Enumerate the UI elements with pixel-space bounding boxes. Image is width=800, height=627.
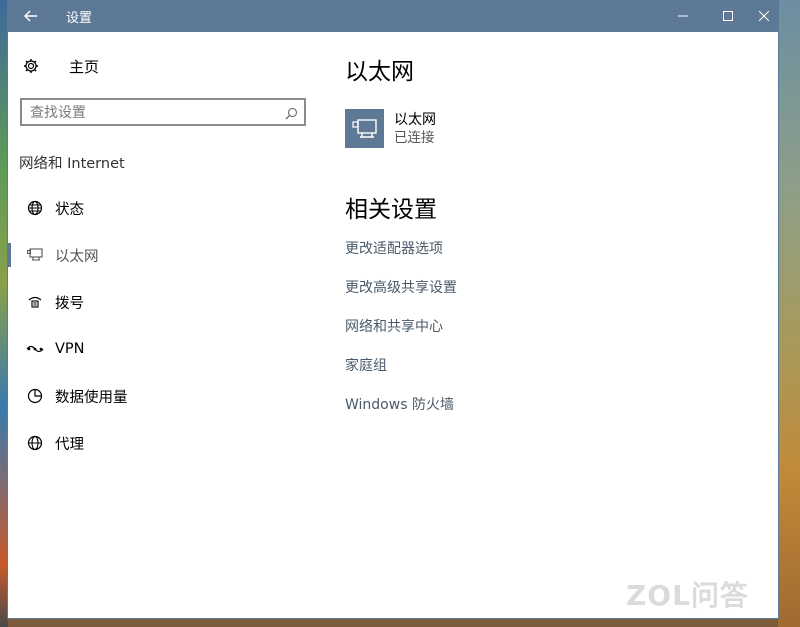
nav-item-label: 状态: [55, 201, 84, 218]
desktop-left-strip: [0, 0, 8, 627]
globe-status-icon: [23, 200, 47, 216]
ethernet-adapter-icon: [345, 109, 384, 148]
arrow-left-icon: [24, 10, 37, 22]
link-windows-firewall[interactable]: Windows 防火墙: [345, 394, 454, 414]
nav-item-label: VPN: [55, 341, 85, 357]
nav-home-label: 主页: [69, 57, 100, 76]
link-network-sharing-center[interactable]: 网络和共享中心: [345, 316, 443, 336]
link-advanced-sharing[interactable]: 更改高级共享设置: [345, 277, 457, 297]
window-title: 设置: [66, 11, 93, 26]
dialup-icon: [23, 294, 47, 310]
link-homegroup[interactable]: 家庭组: [345, 355, 387, 375]
ethernet-adapter[interactable]: 以太网 已连接: [345, 109, 436, 148]
nav-item-vpn[interactable]: VPN: [8, 331, 308, 367]
search-icon: [285, 105, 298, 124]
adapter-name: 以太网: [394, 111, 436, 128]
nav-item-proxy[interactable]: 代理: [8, 425, 308, 461]
search-box[interactable]: [20, 98, 306, 126]
settings-window: 设置 主页 网络和 Internet: [8, 0, 778, 618]
gear-icon: [23, 58, 49, 74]
watermark: ZOL问答: [626, 579, 749, 612]
title-bar: 设置: [8, 0, 778, 32]
minimize-button[interactable]: [660, 0, 706, 32]
maximize-icon: [723, 11, 733, 21]
nav-item-label: 代理: [55, 436, 84, 453]
nav-item-label: 数据使用量: [55, 389, 128, 406]
nav-item-data-usage[interactable]: 数据使用量: [8, 378, 308, 414]
ethernet-icon: [23, 248, 47, 262]
page-title: 以太网: [345, 59, 414, 85]
nav-item-status[interactable]: 状态: [8, 190, 308, 226]
link-change-adapter-options[interactable]: 更改适配器选项: [345, 238, 443, 258]
search-input[interactable]: [30, 102, 270, 124]
back-button[interactable]: [8, 0, 54, 32]
nav-home[interactable]: 主页: [18, 50, 99, 82]
close-icon: [759, 11, 769, 21]
nav-item-dialup[interactable]: 拨号: [8, 284, 308, 320]
data-usage-icon: [23, 388, 47, 404]
nav-item-label: 以太网: [55, 248, 99, 265]
globe-icon: [23, 435, 47, 451]
nav-item-ethernet[interactable]: 以太网: [8, 237, 308, 273]
minimize-icon: [678, 15, 688, 17]
desktop-right-strip: [778, 0, 800, 627]
section-heading: 网络和 Internet: [19, 156, 125, 172]
close-button[interactable]: [741, 0, 787, 32]
vpn-icon: [23, 343, 47, 355]
nav-item-label: 拨号: [55, 295, 84, 312]
related-settings-heading: 相关设置: [345, 197, 437, 223]
adapter-status: 已连接: [394, 129, 435, 146]
